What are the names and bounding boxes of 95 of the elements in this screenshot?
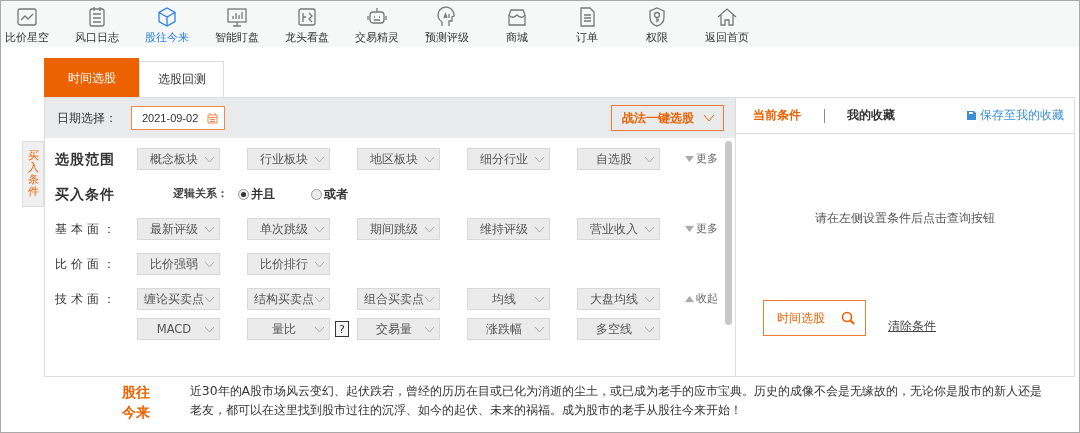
empty-message: 请在左侧设置条件后点击查询按钮 [814, 210, 996, 227]
shop-icon [506, 6, 528, 28]
nav-item[interactable]: 返回首页 [702, 1, 752, 47]
nav-item[interactable]: 订单 [562, 1, 612, 47]
shield-key-icon [646, 6, 668, 28]
chevron-down-icon [534, 155, 545, 163]
chevron-down-icon [424, 155, 435, 163]
chevron-down-icon [644, 225, 655, 233]
footer-title: 股往今来 [122, 383, 151, 422]
section-label: 买入条件 [55, 185, 116, 204]
ai-head-icon [436, 6, 458, 28]
triangle-down-icon [685, 156, 694, 162]
dropdown[interactable]: 量比 [247, 318, 330, 340]
dropdown[interactable]: MACD [137, 318, 220, 340]
chevron-down-icon [424, 325, 435, 333]
dropdown[interactable]: 营业收入 [577, 218, 660, 240]
dropdown[interactable]: 维持评级 [467, 218, 550, 240]
chart-board-icon [296, 6, 318, 28]
section-label: 选股范围 [55, 150, 116, 169]
nav-item[interactable]: 预测评级 [422, 1, 472, 47]
dropdown[interactable]: 缠论买卖点 [137, 288, 220, 310]
toggle-link[interactable]: 更多 [685, 148, 735, 170]
nav-item[interactable]: 风口日志 [72, 1, 122, 47]
monitor-bar-chart-icon [226, 6, 248, 28]
dropdown[interactable]: 比价排行 [247, 253, 330, 275]
help-button[interactable]: ? [335, 321, 349, 337]
chevron-down-icon [204, 325, 215, 333]
chevron-down-icon [644, 155, 655, 163]
nav-item[interactable]: 商城 [492, 1, 542, 47]
chevron-down-icon [204, 260, 215, 268]
scrollbar[interactable] [725, 141, 732, 325]
dropdown[interactable]: 概念板块 [137, 148, 220, 170]
radio-option[interactable]: 或者 [311, 185, 348, 203]
chevron-down-icon [204, 155, 215, 163]
logic-label: 逻辑关系： [173, 186, 228, 202]
chevron-down-icon [204, 295, 215, 303]
chevron-down-icon [314, 295, 325, 303]
section-label: 基本面： [55, 221, 120, 238]
tab[interactable]: 当前条件 [753, 107, 801, 124]
dropdown[interactable]: 组合买卖点 [357, 288, 440, 310]
calendar-icon [207, 112, 218, 124]
date-label: 日期选择： [57, 109, 117, 127]
chevron-down-icon [314, 155, 325, 163]
chevron-down-icon [204, 225, 215, 233]
nav-item[interactable]: 交易精灵 [352, 1, 402, 47]
nav-item[interactable]: 股往今来 [142, 1, 192, 47]
chevron-down-icon [534, 225, 545, 233]
chevron-down-icon [534, 325, 545, 333]
nav-item[interactable]: 龙头看盘 [282, 1, 332, 47]
dropdown[interactable]: 大盘均线 [577, 288, 660, 310]
nav-item[interactable]: 智能盯盘 [212, 1, 262, 47]
radio-option[interactable]: 并且 [238, 185, 275, 203]
save-link[interactable]: 保存至我的收藏 [967, 107, 1064, 124]
tab[interactable]: 选股回测 [139, 61, 224, 97]
dropdown[interactable]: 最新评级 [137, 218, 220, 240]
tab[interactable]: 我的收藏 [847, 107, 895, 124]
nav-item[interactable]: 权限 [632, 1, 682, 47]
chevron-down-icon [424, 225, 435, 233]
line-chart-icon [16, 6, 38, 28]
toggle-link[interactable]: 更多 [685, 218, 735, 240]
dropdown[interactable]: 交易量 [357, 318, 440, 340]
dropdown[interactable]: 单次跳级 [247, 218, 330, 240]
chevron-down-icon [424, 295, 435, 303]
save-icon [967, 111, 976, 120]
dropdown[interactable]: 行业板块 [247, 148, 330, 170]
dropdown[interactable]: 多空线 [577, 318, 660, 340]
cube-icon [156, 6, 178, 28]
clear-link[interactable]: 清除条件 [888, 318, 936, 335]
nav-item[interactable]: 比价星空 [2, 1, 52, 47]
chevron-down-icon [314, 325, 325, 333]
dropdown[interactable]: 均线 [467, 288, 550, 310]
home-icon [716, 6, 738, 28]
chevron-down-icon [314, 260, 325, 268]
dropdown[interactable]: 期间跳级 [357, 218, 440, 240]
dropdown[interactable]: 自选股 [577, 148, 660, 170]
dropdown[interactable]: 涨跌幅 [467, 318, 550, 340]
chevron-down-icon [644, 295, 655, 303]
footer-text: 近30年的A股市场风云变幻、起伏跌宕，曾经的历历在目或已化为消逝的尘土，或已成为老手的应市宝典。历史的成像不会是无缘故的，无论你是股市的新人还是老友，都可以在这里找到股市过往的沉浮、如今的起伏、未来的祸福。成为股市的老手从股往今来开始！ [189, 382, 1044, 420]
dropdown[interactable]: 细分行业 [467, 148, 550, 170]
chevron-down-icon [314, 225, 325, 233]
search-button[interactable]: 时间选股 [763, 300, 866, 336]
date-field[interactable]: 2021-09-02 [131, 106, 225, 130]
toggle-link[interactable]: 收起 [685, 288, 735, 310]
triangle-down-icon [685, 226, 694, 232]
chevron-down-icon [644, 325, 655, 333]
search-icon [841, 311, 855, 325]
triangle-up-icon [685, 296, 694, 302]
chevron-down-icon [703, 114, 715, 122]
dropdown[interactable]: 比价强弱 [137, 253, 220, 275]
notepad-icon [86, 6, 108, 28]
dropdown[interactable]: 结构买卖点 [247, 288, 330, 310]
dropdown[interactable]: 地区板块 [357, 148, 440, 170]
chevron-down-icon [534, 295, 545, 303]
section-label: 比价面： [55, 256, 120, 273]
section-label: 技术面： [55, 291, 120, 308]
